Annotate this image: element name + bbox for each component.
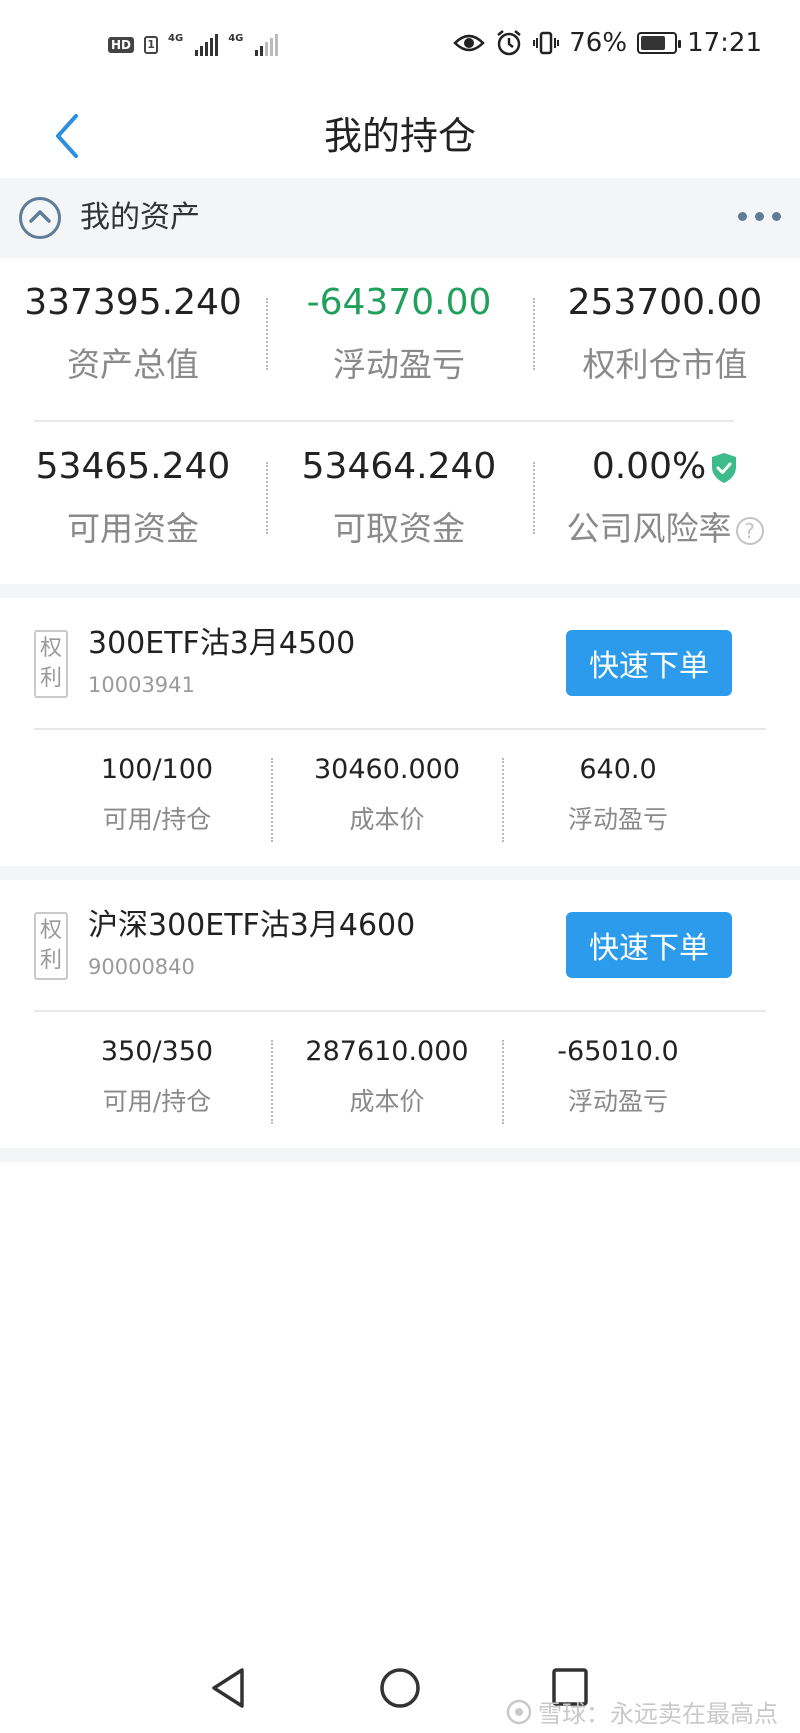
asset-total-label: 资产总值	[67, 345, 199, 384]
hd-badge: HD	[108, 37, 135, 53]
position-pnl: 640.0 浮动盈亏	[503, 738, 733, 840]
section-gap	[0, 1148, 800, 1162]
tag-char: 权	[39, 636, 62, 661]
asset-row-2: 53465.240 可用资金 53464.240 可取资金 0.00% 公司风险…	[0, 432, 800, 552]
right-position-market-value-value: 253700.00	[567, 282, 763, 323]
asset-summary-panel: 337395.240 资产总值 -64370.00 浮动盈亏 253700.00…	[0, 258, 800, 584]
page-title: 我的持仓	[323, 114, 476, 158]
asset-total: 337395.240 资产总值	[0, 268, 266, 388]
position-pnl-label: 浮动盈亏	[567, 1087, 668, 1116]
position-stats: 350/350 可用/持仓 287610.000 成本价 -65010.0 浮动…	[0, 1020, 800, 1140]
tag-char: 利	[39, 948, 62, 973]
section-gap	[0, 866, 800, 880]
status-bar: HD 1 4G 4G 76% 17:21	[0, 0, 800, 100]
status-right: 76% 17:21	[453, 28, 762, 58]
position-name: 沪深300ETF沽3月4600	[88, 908, 416, 943]
quick-order-button[interactable]: 快速下单	[566, 630, 732, 696]
position-pnl-value: 640.0	[579, 754, 657, 785]
position-type-tag: 权 利	[34, 912, 68, 980]
withdrawable-funds-value: 53464.240	[301, 446, 497, 487]
floating-pnl-label: 浮动盈亏	[333, 345, 465, 384]
available-holding-label: 可用/持仓	[102, 1087, 212, 1116]
available-holding-value: 100/100	[100, 754, 214, 785]
battery-icon	[637, 32, 682, 54]
cost-price-value: 30460.000	[313, 754, 460, 785]
divider	[34, 420, 734, 422]
alarm-icon	[497, 30, 522, 56]
asset-section-header[interactable]: 我的资产	[0, 178, 800, 258]
company-risk-rate-label: 公司风险率	[566, 509, 732, 548]
position-stats: 100/100 可用/持仓 30460.000 成本价 640.0 浮动盈亏	[0, 738, 800, 858]
position-name: 300ETF沽3月4500	[88, 626, 356, 661]
available-holding: 100/100 可用/持仓	[42, 738, 272, 840]
battery-percent: 76%	[569, 28, 628, 58]
shield-check-icon	[712, 453, 737, 483]
asset-section-title: 我的资产	[80, 200, 200, 235]
floating-pnl-value: -64370.00	[306, 282, 492, 323]
eye-comfort-icon	[453, 34, 486, 52]
position-pnl: -65010.0 浮动盈亏	[503, 1020, 733, 1122]
position-card[interactable]: 权 利 沪深300ETF沽3月4600 90000840 快速下单 350/35…	[0, 880, 800, 1148]
right-position-market-value: 253700.00 权利仓市值	[532, 268, 798, 388]
more-options-icon[interactable]	[734, 204, 784, 228]
asset-total-value: 337395.240	[24, 282, 242, 323]
withdrawable-funds: 53464.240 可取资金	[266, 432, 532, 552]
company-risk-rate-label-wrap: 公司风险率?	[532, 504, 798, 554]
company-risk-rate: 0.00% 公司风险率?	[532, 432, 798, 552]
position-card[interactable]: 权 利 300ETF沽3月4500 10003941 快速下单 100/100 …	[0, 598, 800, 866]
position-type-tag: 权 利	[34, 630, 68, 698]
available-holding-value: 350/350	[100, 1036, 214, 1067]
signal-strength-2-icon	[255, 34, 279, 56]
collapse-chevron-up-icon[interactable]	[18, 196, 62, 240]
available-funds: 53465.240 可用资金	[0, 432, 266, 552]
divider	[34, 728, 766, 730]
help-question-icon[interactable]: ?	[735, 516, 764, 545]
vibrate-icon	[533, 31, 560, 55]
available-funds-label: 可用资金	[67, 509, 199, 548]
cost-price-value: 287610.000	[305, 1036, 469, 1067]
signal-strength-icon	[195, 34, 219, 56]
available-holding-label: 可用/持仓	[102, 805, 212, 834]
divider	[533, 298, 535, 370]
section-gap	[0, 584, 800, 598]
divider	[266, 462, 268, 534]
watermark-text: 雪球：永远卖在最高点	[538, 1700, 778, 1728]
tag-char: 利	[39, 666, 62, 691]
cost-price: 287610.000 成本价	[272, 1020, 502, 1122]
floating-pnl: -64370.00 浮动盈亏	[266, 268, 532, 388]
watermark: 雪球：永远卖在最高点	[506, 1694, 778, 1729]
cost-price-label: 成本价	[349, 1087, 425, 1116]
available-funds-value: 53465.240	[35, 446, 231, 487]
clock: 17:21	[687, 28, 762, 58]
system-home-icon[interactable]	[378, 1666, 422, 1710]
system-back-icon[interactable]	[208, 1666, 248, 1710]
position-code: 10003941	[88, 673, 195, 697]
position-code: 90000840	[88, 955, 195, 979]
withdrawable-funds-label: 可取资金	[333, 509, 465, 548]
asset-row-1: 337395.240 资产总值 -64370.00 浮动盈亏 253700.00…	[0, 268, 800, 388]
company-risk-rate-value: 0.00%	[591, 446, 707, 487]
cost-price-label: 成本价	[349, 805, 425, 834]
available-holding: 350/350 可用/持仓	[42, 1020, 272, 1122]
divider	[266, 298, 268, 370]
sim-icon: 1	[144, 36, 159, 54]
tag-char: 权	[39, 918, 62, 943]
quick-order-button[interactable]: 快速下单	[566, 912, 732, 978]
divider	[34, 1010, 766, 1012]
cost-price: 30460.000 成本价	[272, 738, 502, 840]
company-risk-rate-value-wrap: 0.00%	[532, 442, 798, 492]
position-pnl-label: 浮动盈亏	[567, 805, 668, 834]
right-position-market-value-label: 权利仓市值	[582, 345, 748, 384]
status-left: HD 1 4G 4G	[108, 33, 279, 56]
network-type: 4G	[168, 33, 184, 44]
position-pnl-value: -65010.0	[557, 1036, 679, 1067]
snowball-logo-icon	[506, 1699, 532, 1724]
nav-bar: 我的持仓	[0, 100, 800, 178]
divider	[533, 462, 535, 534]
network-type-2: 4G	[228, 33, 244, 44]
